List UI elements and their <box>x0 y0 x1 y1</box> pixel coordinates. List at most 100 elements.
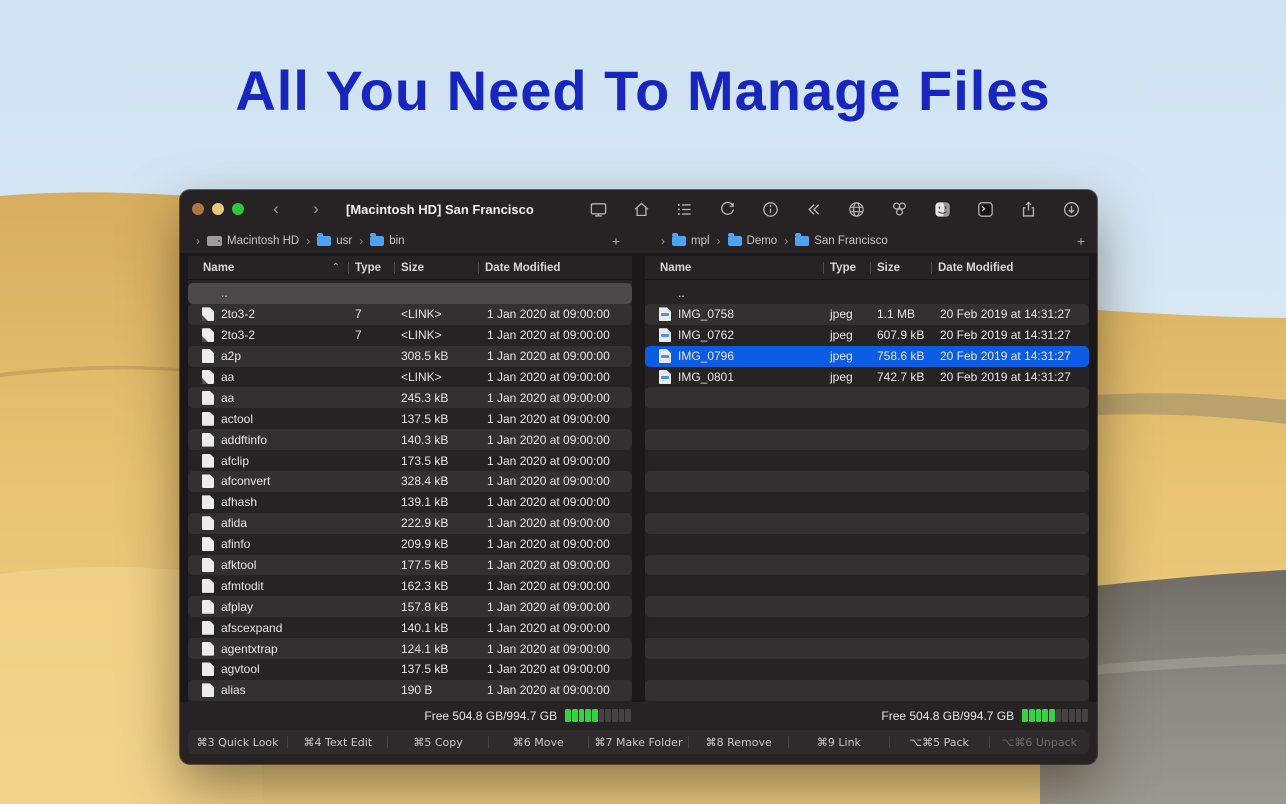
disk-usage-segment <box>565 709 571 722</box>
disk-usage-segment <box>1029 709 1035 722</box>
function-button-7-make-folder[interactable]: ⌘7 Make Folder <box>589 730 688 754</box>
drive-icon <box>207 236 222 246</box>
breadcrumb-label: bin <box>389 235 404 247</box>
file-size: 173.5 kB <box>394 454 478 468</box>
file-row[interactable]: IMG_0762jpeg607.9 kB20 Feb 2019 at 14:31… <box>645 325 1089 346</box>
forward-icon[interactable]: › <box>308 199 324 219</box>
column-header-date-modified[interactable]: Date Modified <box>478 256 632 279</box>
left-add-tab-button[interactable]: + <box>604 233 620 249</box>
download-icon[interactable] <box>1061 199 1081 219</box>
file-row[interactable]: IMG_0796jpeg758.6 kB20 Feb 2019 at 14:31… <box>645 346 1089 367</box>
file-row[interactable]: actool137.5 kB1 Jan 2020 at 09:00:00 <box>188 408 632 429</box>
doc-file-icon <box>202 662 214 676</box>
function-button-3-quick-look[interactable]: ⌘3 Quick Look <box>188 730 287 754</box>
column-header-name[interactable]: Name <box>645 256 823 279</box>
column-header-type[interactable]: Type <box>823 256 870 279</box>
right-add-tab-button[interactable]: + <box>1069 233 1085 249</box>
file-name: afida <box>221 516 247 530</box>
file-row[interactable]: IMG_0801jpeg742.7 kB20 Feb 2019 at 14:31… <box>645 367 1089 388</box>
file-row[interactable]: afplay157.8 kB1 Jan 2020 at 09:00:00 <box>188 596 632 617</box>
reload-icon[interactable] <box>717 199 737 219</box>
file-row[interactable]: 2to3-27<LINK>1 Jan 2020 at 09:00:00 <box>188 325 632 346</box>
file-row[interactable]: afida222.9 kB1 Jan 2020 at 09:00:00 <box>188 513 632 534</box>
right-breadcrumb: ›mpl›Demo›San Francisco <box>659 234 888 248</box>
network-nodes-icon[interactable] <box>889 199 909 219</box>
home-icon[interactable] <box>631 199 651 219</box>
file-row[interactable]: afclip173.5 kB1 Jan 2020 at 09:00:00 <box>188 450 632 471</box>
file-type: jpeg <box>823 349 870 363</box>
file-row[interactable]: afconvert328.4 kB1 Jan 2020 at 09:00:00 <box>188 471 632 492</box>
doc-file-icon <box>202 683 214 697</box>
function-button-5-copy[interactable]: ⌘5 Copy <box>388 730 487 754</box>
column-header-date-modified[interactable]: Date Modified <box>931 256 1089 279</box>
function-button-6-move[interactable]: ⌘6 Move <box>489 730 588 754</box>
file-row[interactable]: 2to3-27<LINK>1 Jan 2020 at 09:00:00 <box>188 304 632 325</box>
empty-row <box>645 596 1089 617</box>
function-button-8-remove[interactable]: ⌘8 Remove <box>689 730 788 754</box>
zoom-button[interactable] <box>232 203 244 215</box>
file-name-cell: .. <box>188 286 348 300</box>
file-name-cell: afida <box>188 516 348 530</box>
file-size: 209.9 kB <box>394 537 478 551</box>
file-row[interactable]: .. <box>645 283 1089 304</box>
file-row[interactable]: afinfo209.9 kB1 Jan 2020 at 09:00:00 <box>188 534 632 555</box>
column-header-size[interactable]: Size <box>394 256 478 279</box>
file-date-modified: 20 Feb 2019 at 14:31:27 <box>931 307 1089 321</box>
file-row[interactable]: afmtodit162.3 kB1 Jan 2020 at 09:00:00 <box>188 575 632 596</box>
column-header-name[interactable]: Name ⌃ <box>188 256 348 279</box>
file-row[interactable]: .. <box>188 283 632 304</box>
function-button-4-text-edit[interactable]: ⌘4 Text Edit <box>288 730 387 754</box>
file-row[interactable]: IMG_0758jpeg1.1 MB20 Feb 2019 at 14:31:2… <box>645 304 1089 325</box>
file-row[interactable]: afktool177.5 kB1 Jan 2020 at 09:00:00 <box>188 555 632 576</box>
file-size: 140.1 kB <box>394 621 478 635</box>
file-name-cell: afconvert <box>188 474 348 488</box>
breadcrumb-item[interactable]: bin <box>370 235 404 247</box>
dual-panes: Name ⌃ Type Size Date Modified .. 2to3-27… <box>180 254 1097 702</box>
minimize-button[interactable] <box>212 203 224 215</box>
function-button-9-link[interactable]: ⌘9 Link <box>789 730 888 754</box>
breadcrumb-item[interactable]: Macintosh HD <box>207 235 299 247</box>
file-name-cell: IMG_0762 <box>645 328 823 342</box>
file-row[interactable]: agvtool137.5 kB1 Jan 2020 at 09:00:00 <box>188 659 632 680</box>
breadcrumb-item[interactable]: Demo <box>728 235 778 247</box>
breadcrumb-item[interactable]: mpl <box>672 235 710 247</box>
doc-file-icon <box>202 474 214 488</box>
file-row[interactable]: addftinfo140.3 kB1 Jan 2020 at 09:00:00 <box>188 429 632 450</box>
desktop: All You Need To Manage Files ‹ › [Macint… <box>0 0 1286 804</box>
window-title: [Macintosh HD] San Francisco <box>346 202 534 217</box>
file-row[interactable]: agentxtrap124.1 kB1 Jan 2020 at 09:00:00 <box>188 638 632 659</box>
breadcrumb-item[interactable]: usr <box>317 235 352 247</box>
file-type: jpeg <box>823 307 870 321</box>
file-size: 137.5 kB <box>394 662 478 676</box>
terminal-icon[interactable] <box>975 199 995 219</box>
file-row[interactable]: afscexpand140.1 kB1 Jan 2020 at 09:00:00 <box>188 617 632 638</box>
file-date-modified: 1 Jan 2020 at 09:00:00 <box>478 579 632 593</box>
file-name: afplay <box>221 600 253 614</box>
file-name-cell: afktool <box>188 558 348 572</box>
globe-icon[interactable] <box>846 199 866 219</box>
close-button[interactable] <box>192 203 204 215</box>
file-name-cell: afplay <box>188 600 348 614</box>
file-size: 139.1 kB <box>394 495 478 509</box>
column-header-type[interactable]: Type <box>348 256 394 279</box>
file-date-modified: 1 Jan 2020 at 09:00:00 <box>478 412 632 426</box>
display-icon[interactable] <box>588 199 608 219</box>
back-icon[interactable]: ‹ <box>268 199 284 219</box>
list-icon[interactable] <box>674 199 694 219</box>
finder-icon[interactable] <box>932 199 952 219</box>
info-icon[interactable] <box>760 199 780 219</box>
file-row[interactable]: alias190 B1 Jan 2020 at 09:00:00 <box>188 680 632 701</box>
file-name-cell: agentxtrap <box>188 642 348 656</box>
share-icon[interactable] <box>1018 199 1038 219</box>
file-row[interactable]: a2p308.5 kB1 Jan 2020 at 09:00:00 <box>188 346 632 367</box>
doc-file-icon <box>202 516 214 530</box>
double-chevron-left-icon[interactable] <box>803 199 823 219</box>
file-row[interactable]: aa245.3 kB1 Jan 2020 at 09:00:00 <box>188 387 632 408</box>
column-header-size[interactable]: Size <box>870 256 931 279</box>
file-row[interactable]: aa<LINK>1 Jan 2020 at 09:00:00 <box>188 367 632 388</box>
breadcrumb-item[interactable]: San Francisco <box>795 235 888 247</box>
file-row[interactable]: afhash139.1 kB1 Jan 2020 at 09:00:00 <box>188 492 632 513</box>
file-name: actool <box>221 412 253 426</box>
function-button-5-pack[interactable]: ⌥⌘5 Pack <box>890 730 989 754</box>
right-status: Free 504.8 GB/994.7 GB <box>645 709 1089 723</box>
